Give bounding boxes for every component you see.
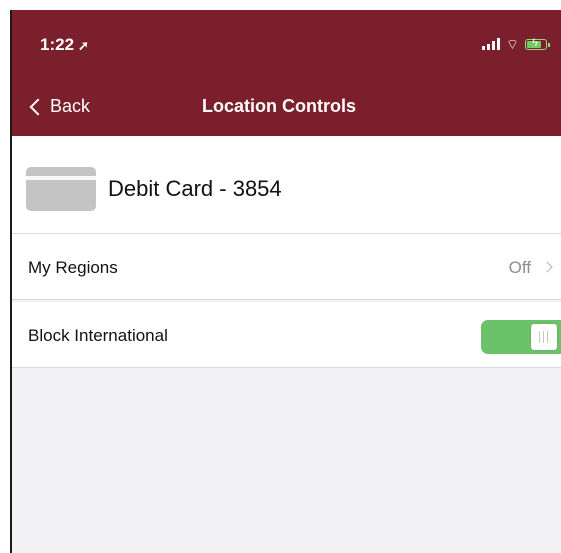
location-arrow-icon: ➚ (78, 38, 89, 53)
credit-card-icon (26, 167, 96, 211)
back-button[interactable]: Back (28, 96, 90, 117)
toggle-knob (531, 324, 557, 350)
my-regions-value: Off (508, 258, 531, 277)
status-icons: ⌔ ϟ (481, 36, 550, 52)
phone-screen: 1:22 ➚ ⌔ ϟ Back Location Controls Debit C… (10, 10, 561, 553)
card-label: Debit Card - 3854 (108, 176, 282, 201)
battery-charging-icon: ϟ (525, 37, 550, 50)
signal-bars-icon (481, 38, 500, 50)
chevron-right-icon (541, 261, 553, 273)
status-time: 1:22 ➚ (40, 35, 89, 54)
block-international-toggle[interactable] (481, 320, 561, 354)
my-regions-row[interactable]: My Regions Off (12, 234, 561, 300)
app-header: 1:22 ➚ ⌔ ϟ Back Location Controls (12, 10, 561, 136)
my-regions-label: My Regions (28, 258, 118, 277)
card-header: Debit Card - 3854 (12, 136, 561, 234)
chevron-left-icon (29, 98, 47, 115)
block-international-label: Block International (28, 326, 168, 345)
block-international-row: Block International (12, 302, 561, 368)
wifi-icon: ⌔ (505, 36, 519, 52)
page-title: Location Controls (202, 96, 356, 116)
back-label: Back (50, 96, 91, 116)
